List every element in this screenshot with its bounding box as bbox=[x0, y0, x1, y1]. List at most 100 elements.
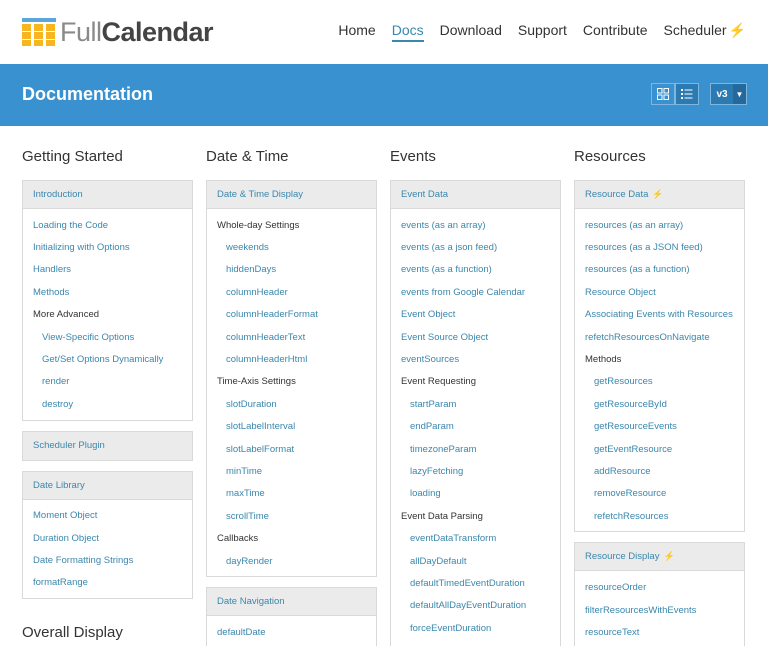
doc-link[interactable]: getResources bbox=[575, 371, 744, 393]
doc-link[interactable]: removeResource bbox=[575, 483, 744, 505]
doc-link[interactable]: columnHeaderHtml bbox=[207, 348, 376, 370]
doc-link[interactable]: loading bbox=[391, 483, 560, 505]
nav-download[interactable]: Download bbox=[440, 22, 502, 42]
doc-link[interactable]: Get/Set Options Dynamically bbox=[23, 348, 192, 370]
doc-link[interactable]: resources (as an array) bbox=[575, 214, 744, 236]
doc-link[interactable]: getResourceById bbox=[575, 393, 744, 415]
doc-link[interactable]: hiddenDays bbox=[207, 259, 376, 281]
doc-link[interactable]: Associating Events with Resources bbox=[575, 304, 744, 326]
nav-label: Scheduler bbox=[663, 22, 727, 38]
doc-link[interactable]: getResourceEvents bbox=[575, 416, 744, 438]
doc-link[interactable]: eventDataTransform bbox=[391, 527, 560, 549]
doc-link[interactable]: slotLabelInterval bbox=[207, 416, 376, 438]
doc-section-header[interactable]: Date Navigation bbox=[207, 588, 376, 617]
doc-section-header-label: Resource Display bbox=[585, 551, 660, 563]
doc-link[interactable]: allDayDefault bbox=[391, 550, 560, 572]
doc-link[interactable]: forceEventDuration bbox=[391, 617, 560, 639]
doc-link[interactable]: events (as an array) bbox=[391, 214, 560, 236]
doc-link[interactable]: events (as a function) bbox=[391, 259, 560, 281]
doc-subheading: More Advanced bbox=[33, 309, 100, 321]
doc-link[interactable]: dayRender bbox=[207, 550, 376, 572]
doc-link[interactable]: addResource bbox=[575, 460, 744, 482]
list-view-button[interactable] bbox=[675, 83, 699, 105]
doc-section-box: Date Navigation defaultDate bbox=[206, 587, 377, 646]
doc-link[interactable]: Event Object bbox=[391, 304, 560, 326]
doc-link[interactable]: Duration Object bbox=[23, 527, 192, 549]
doc-link[interactable]: eventSources bbox=[391, 348, 560, 370]
doc-link[interactable]: columnHeader bbox=[207, 281, 376, 303]
doc-link[interactable]: events (as a json feed) bbox=[391, 236, 560, 258]
doc-section-list: resourceOrder filterResourcesWithEvents re… bbox=[575, 571, 744, 646]
main-nav: Home Docs Download Support Contribute Schedul… bbox=[338, 22, 746, 42]
nav-label: Contribute bbox=[582, 22, 648, 38]
doc-section-header[interactable]: Date & Time Display bbox=[207, 181, 376, 209]
doc-link[interactable]: events from Google Calendar bbox=[391, 281, 560, 303]
doc-section-header-label: Date & Time Display bbox=[217, 189, 304, 200]
doc-link[interactable]: defaultTimedEventDuration bbox=[391, 572, 560, 594]
doc-link[interactable]: defaultAllDayEventDuration bbox=[391, 595, 560, 617]
doc-link[interactable]: slotDuration bbox=[207, 393, 376, 415]
calendar-logo-icon bbox=[22, 18, 56, 46]
brand-name: FullCalendar bbox=[60, 16, 214, 47]
grid-view-button[interactable] bbox=[651, 83, 675, 105]
doc-section-header[interactable]: Introduction bbox=[23, 181, 192, 209]
doc-link[interactable]: columnHeaderText bbox=[207, 326, 376, 348]
doc-link[interactable]: lazyFetching bbox=[391, 460, 560, 482]
doc-subheading: Whole-day Settings bbox=[217, 219, 300, 231]
section-title-overall-display: Overall Display bbox=[22, 624, 123, 641]
doc-link[interactable]: destroy bbox=[23, 393, 192, 415]
nav-contribute[interactable]: Contribute bbox=[583, 22, 648, 42]
doc-link[interactable]: weekends bbox=[207, 236, 376, 258]
docs-column: Events Event Data events (as an array) even… bbox=[390, 148, 561, 646]
doc-section-list: events (as an array) events (as a json fe… bbox=[391, 209, 560, 646]
docs-column: Getting Started Introduction Loading the C… bbox=[22, 148, 193, 609]
doc-section-header[interactable]: Date Library bbox=[23, 471, 192, 500]
doc-link[interactable]: View-Specific Options bbox=[23, 326, 192, 348]
doc-link[interactable]: resources (as a function) bbox=[575, 259, 744, 281]
doc-link[interactable]: Moment Object bbox=[23, 505, 192, 527]
doc-link[interactable]: Handlers bbox=[23, 259, 192, 281]
doc-section-box: Scheduler Plugin bbox=[22, 430, 193, 461]
doc-link[interactable]: Date Formatting Strings bbox=[23, 549, 192, 571]
doc-section-header-label: Date Navigation bbox=[217, 596, 285, 608]
doc-link[interactable]: refetchResources bbox=[575, 505, 744, 527]
doc-link[interactable]: startParam bbox=[391, 393, 560, 415]
doc-link[interactable]: getEventResource bbox=[575, 438, 744, 460]
doc-link[interactable]: columnHeaderFormat bbox=[207, 304, 376, 326]
doc-section-header[interactable]: Resource Display ⚡ bbox=[575, 543, 744, 572]
doc-link[interactable]: Loading the Code bbox=[23, 214, 192, 236]
doc-link[interactable]: Resource Object bbox=[575, 281, 744, 303]
nav-support[interactable]: Support bbox=[518, 22, 567, 42]
doc-section-header[interactable]: Resource Data ⚡ bbox=[575, 181, 744, 209]
nav-scheduler[interactable]: Scheduler ⚡ bbox=[664, 22, 746, 42]
doc-subheading: Event Requesting bbox=[401, 376, 476, 388]
doc-section-box: Resource Display ⚡ resourceOrder filterReso… bbox=[574, 542, 745, 646]
doc-link[interactable]: endParam bbox=[391, 416, 560, 438]
doc-link[interactable]: filterResourcesWithEvents bbox=[575, 599, 744, 621]
doc-section-box: Event Data events (as an array) events (as… bbox=[390, 180, 561, 646]
doc-link[interactable]: scrollTime bbox=[207, 505, 376, 527]
doc-section-header[interactable]: Scheduler Plugin bbox=[23, 431, 192, 460]
nav-home[interactable]: Home bbox=[338, 22, 375, 42]
doc-link[interactable]: defaultDate bbox=[207, 621, 376, 643]
version-select[interactable]: v3 ▼ bbox=[710, 83, 747, 105]
doc-link[interactable]: timezoneParam bbox=[391, 438, 560, 460]
doc-link[interactable]: slotLabelFormat bbox=[207, 438, 376, 460]
doc-link[interactable]: Methods bbox=[23, 281, 192, 303]
doc-link[interactable]: refetchResourcesOnNavigate bbox=[575, 326, 744, 348]
nav-docs[interactable]: Docs bbox=[391, 22, 424, 42]
doc-link[interactable]: minTime bbox=[207, 460, 376, 482]
doc-link[interactable]: resources (as a JSON feed) bbox=[575, 236, 744, 258]
doc-link[interactable]: Initializing with Options bbox=[23, 236, 192, 258]
doc-link[interactable]: formatRange bbox=[23, 572, 192, 594]
doc-link[interactable]: render bbox=[23, 371, 192, 393]
doc-section-list: defaultDate bbox=[207, 616, 376, 646]
doc-link[interactable]: Event Source Object bbox=[391, 326, 560, 348]
nav-label: Support bbox=[517, 22, 567, 38]
doc-section-header[interactable]: Event Data bbox=[391, 181, 560, 209]
doc-link[interactable]: resourceOrder bbox=[575, 576, 744, 598]
doc-link[interactable]: maxTime bbox=[207, 483, 376, 505]
version-label: v3 bbox=[711, 84, 733, 104]
doc-link[interactable]: resourceText bbox=[575, 621, 744, 643]
fullcalendar-logo[interactable]: FullCalendar bbox=[22, 16, 214, 48]
